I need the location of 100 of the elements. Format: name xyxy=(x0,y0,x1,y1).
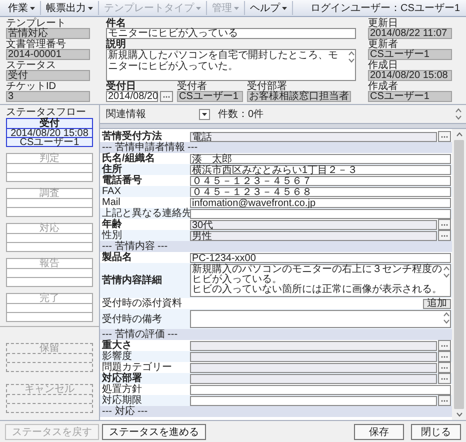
more-button[interactable] xyxy=(438,230,451,241)
readonly-field: 受付 xyxy=(6,70,90,81)
field-label: 処置方針 xyxy=(102,384,142,395)
more-button[interactable] xyxy=(438,131,451,142)
input-field[interactable]: 湊 太郎 xyxy=(190,154,451,164)
text-area[interactable] xyxy=(190,310,451,328)
section-header: --- 苦情内容 --- xyxy=(101,241,168,252)
text-line: ヒビの入っていない箇所には正常に画像が表示される。 xyxy=(192,285,442,295)
section-header: --- 苦情の評価 --- xyxy=(101,329,178,340)
field-label: 影響度 xyxy=(102,351,132,362)
field-label: 更新者 xyxy=(368,40,399,49)
login-user: ログインユーザー：CSユーザー1 xyxy=(310,2,461,16)
readonly-field: 2014/08/22 11:07 xyxy=(368,28,452,39)
stage-name: 調査 xyxy=(40,188,60,199)
date-field[interactable]: 2014/08/20 xyxy=(106,91,158,102)
panel-title: ステータスフロー xyxy=(6,107,87,118)
menu-item[interactable]: ヘルプ xyxy=(245,1,293,15)
section-label: 関連情報 xyxy=(106,108,147,122)
scrollbar-thumb[interactable] xyxy=(454,140,464,409)
menu-item[interactable]: 帳票出力 xyxy=(41,1,99,15)
field-label: 文書管理番号 xyxy=(6,40,67,49)
subject-field[interactable]: モニターにヒビが入っている xyxy=(106,28,356,39)
field-label: 電話番号 xyxy=(102,175,142,186)
input-field[interactable]: 横浜市西区みなとみらい1丁目２－３ xyxy=(190,164,451,174)
field-label: 受付部署 xyxy=(247,82,287,91)
more-button[interactable] xyxy=(438,395,451,406)
stage-name: 完了 xyxy=(40,293,60,304)
input-field[interactable]: ０４５－１２３－４５６７ xyxy=(190,176,451,186)
section-header: --- 苦情申請者情報 --- xyxy=(101,142,198,153)
add-button[interactable]: 追加 xyxy=(423,298,451,308)
text-line: 新規購入のパソコンのモニターの右上に３センチ程度のヒビが入っている。 xyxy=(192,265,442,285)
select-field[interactable]: 電話 xyxy=(190,132,437,142)
select-field[interactable]: 男性 xyxy=(190,230,437,240)
text-area[interactable]: 新規購入のパソコンのモニターの右上に３センチ程度のヒビが入っている。 ヒビの入っていない箇所には正常に画像が表示される。 xyxy=(190,264,451,297)
dropdown-button[interactable] xyxy=(199,108,210,120)
status-button[interactable]: ステータスを進める xyxy=(102,424,206,440)
field-label: 対応部署 xyxy=(102,373,142,384)
scroll-up-icon xyxy=(456,132,462,137)
caret-icon xyxy=(282,6,287,10)
caret-icon xyxy=(196,6,201,10)
stage-name: 対応 xyxy=(40,223,60,234)
description-text: 新規購入したパソコンを自宅で開封したところ、モニターにヒビが入っていた。 xyxy=(107,50,339,74)
readonly-field: 苦情対応 xyxy=(6,28,90,39)
action-button[interactable]: 閉じる xyxy=(411,424,461,440)
description-field[interactable]: 新規購入したパソコンを自宅で開封したところ、モニターにヒビが入っていた。 xyxy=(106,49,356,81)
field-label: 重大さ xyxy=(102,340,132,351)
readonly-field: CSユーザー1 xyxy=(177,91,243,102)
field-label: 性別 xyxy=(102,230,122,241)
caret-icon xyxy=(234,6,239,10)
field-label: 受付時の添付資料 xyxy=(102,298,182,309)
field-label: 更新日 xyxy=(368,19,398,28)
field-label: 作成日 xyxy=(368,61,398,70)
input-field[interactable]: PC-1234-xx00 xyxy=(190,252,451,262)
field-label: チケットID xyxy=(6,82,57,91)
caret-icon xyxy=(30,6,35,10)
input-field[interactable]: ０４５－１２３－４５６８ xyxy=(190,186,451,196)
readonly-field: CSユーザー1 xyxy=(368,49,452,60)
field-label: 年齢 xyxy=(102,219,122,230)
input-field[interactable] xyxy=(190,208,451,218)
select-field[interactable] xyxy=(190,340,437,350)
field-label: ステータス xyxy=(6,61,57,70)
input-field[interactable]: infomation@wavefront.co.jp xyxy=(190,198,451,208)
select-field[interactable] xyxy=(190,352,437,362)
date-field[interactable] xyxy=(190,396,437,406)
more-button[interactable] xyxy=(438,219,451,230)
stage-name: 報告 xyxy=(40,258,60,269)
readonly-field: 2014-00001 xyxy=(6,49,90,60)
field-label: 受付日 xyxy=(106,82,136,91)
menu-item[interactable]: 作業 xyxy=(3,1,41,15)
stage-name: キャンセル xyxy=(24,384,74,395)
scroll-arrows-icon xyxy=(455,107,462,121)
readonly-field: 3 xyxy=(6,91,90,102)
field-label: 対応期限 xyxy=(102,395,142,406)
field-label: テンプレート xyxy=(6,19,67,28)
scrollbar[interactable] xyxy=(452,129,466,420)
more-button[interactable] xyxy=(160,91,173,102)
field-label: FAX xyxy=(102,186,121,197)
field-label: 問題カテゴリー xyxy=(102,362,172,373)
stage-name: 受付 xyxy=(40,118,60,129)
readonly-field: CSユーザー1 xyxy=(368,91,452,102)
select-field[interactable] xyxy=(190,374,437,384)
action-button[interactable]: 保存 xyxy=(354,424,404,440)
more-button[interactable] xyxy=(438,362,451,373)
more-button[interactable] xyxy=(438,373,451,384)
field-label: 苦情受付方法 xyxy=(102,131,162,142)
input-field[interactable] xyxy=(190,384,451,394)
select-field[interactable]: 30代 xyxy=(190,220,437,230)
field-label: Mail xyxy=(102,197,120,208)
more-button[interactable] xyxy=(438,351,451,362)
section-header: --- 対応 --- xyxy=(101,406,148,417)
field-label: 件名 xyxy=(106,19,127,28)
field-label: 受付者 xyxy=(177,82,208,91)
field-label: 説明 xyxy=(106,40,127,49)
scroll-arrows-icon xyxy=(443,311,450,325)
record-count: 件数：0件 xyxy=(218,108,264,122)
field-label: 氏名/組織名 xyxy=(102,153,155,164)
readonly-field: お客様相談窓口担当者 xyxy=(247,91,351,102)
more-button[interactable] xyxy=(438,340,451,351)
select-field[interactable] xyxy=(190,362,437,372)
field-label: 苦情内容詳細 xyxy=(102,273,162,288)
